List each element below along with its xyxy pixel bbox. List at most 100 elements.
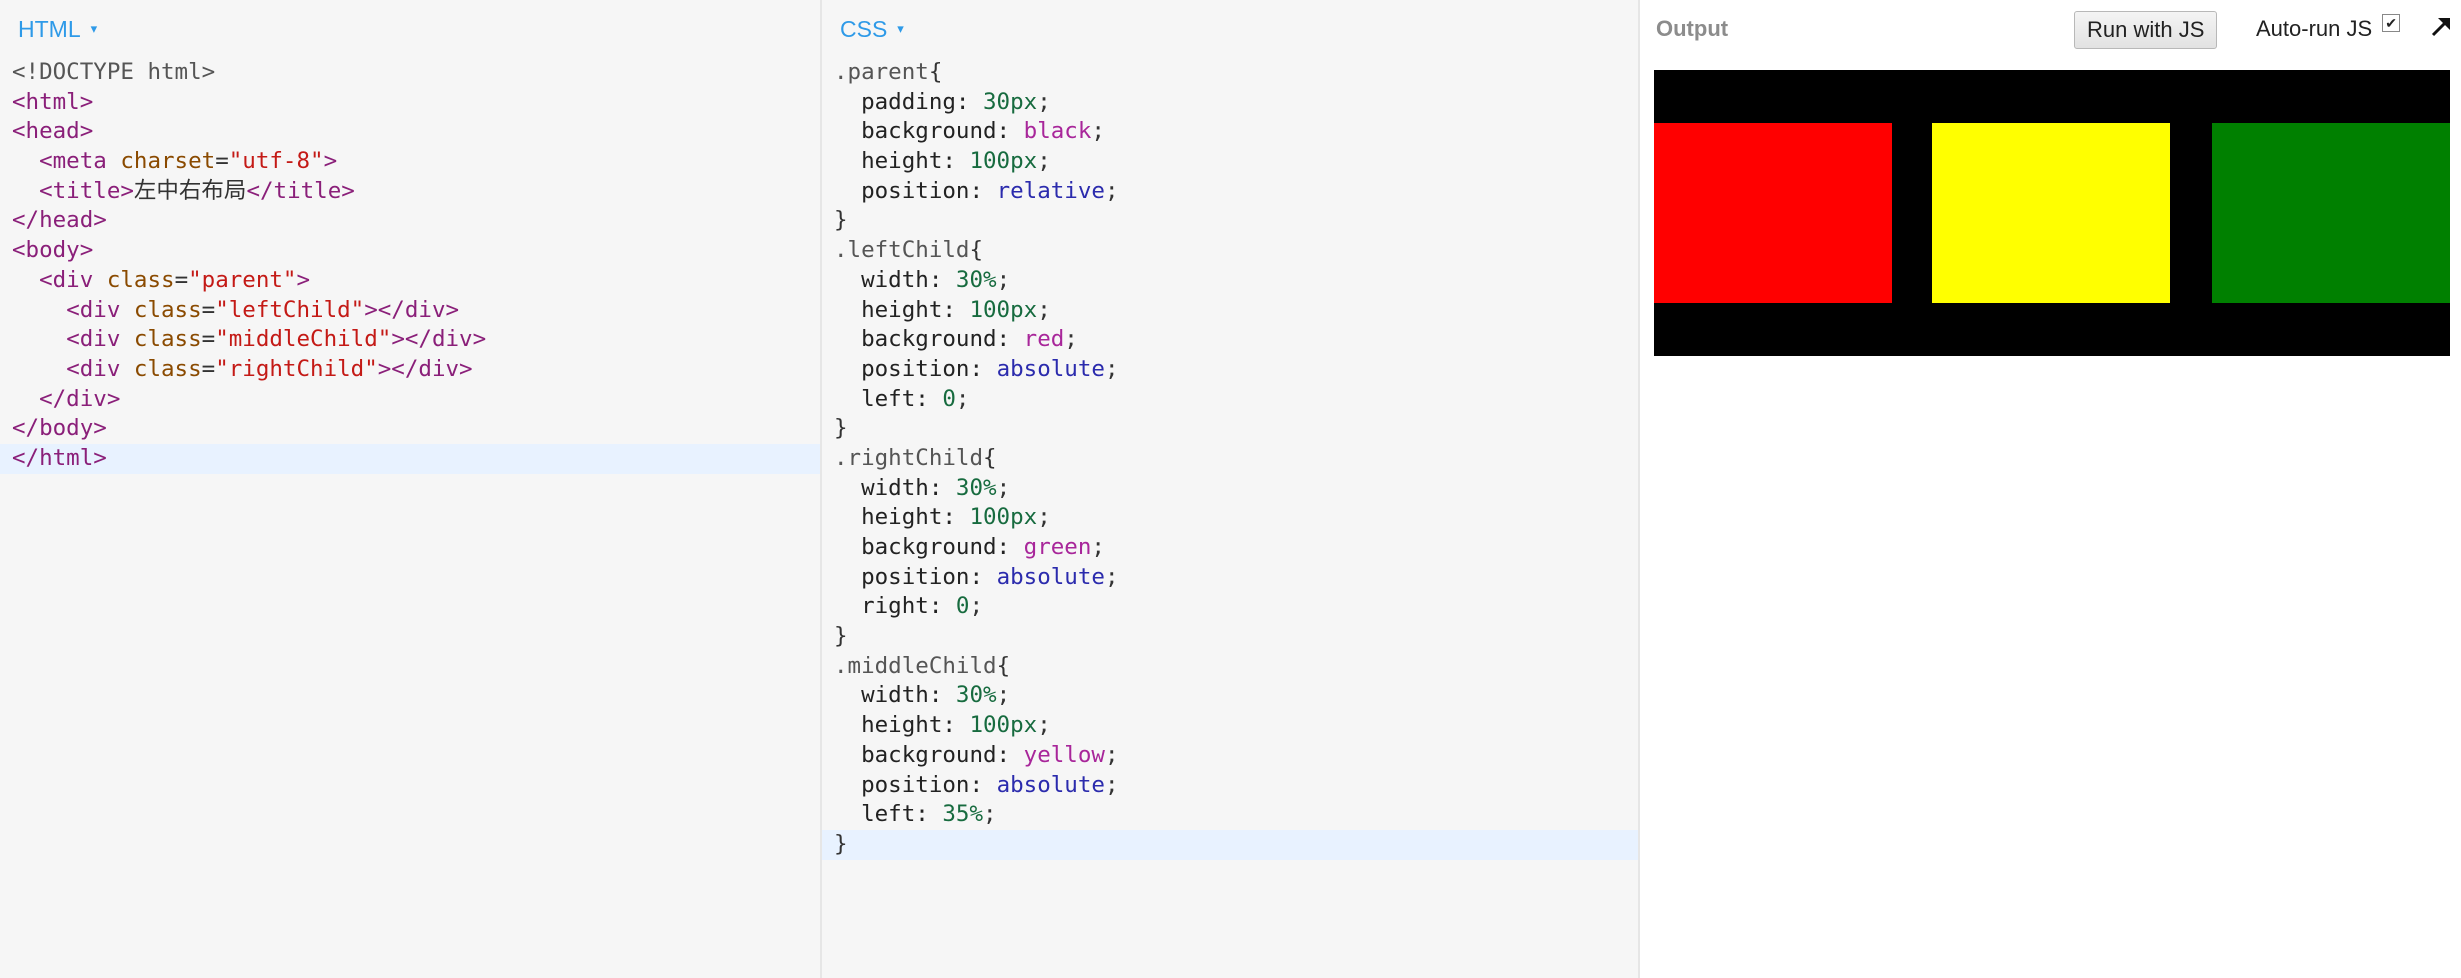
code-token: > [323, 148, 338, 175]
code-token: padding: [834, 88, 984, 115]
code-token: 100px [969, 296, 1038, 323]
code-token: 30px [983, 88, 1038, 115]
code-token: </head> [12, 207, 107, 234]
code-token: = [201, 296, 216, 323]
code-token: position: [834, 771, 997, 798]
code-token: height: [834, 148, 970, 175]
code-line: <div class="middleChild"></div> [0, 325, 820, 355]
code-playground: HTML ▾ <!DOCTYPE html> <html> <head> <meta… [0, 0, 2461, 978]
code-token: position: [834, 355, 997, 382]
rendered-parent-box [1654, 70, 2450, 356]
code-token: ; [1104, 355, 1119, 382]
code-line: } [822, 206, 1638, 236]
code-token: .leftChild [834, 237, 970, 264]
code-line: </body> [0, 414, 820, 444]
code-line: position: absolute; [822, 563, 1638, 593]
code-token: ; [996, 682, 1011, 709]
code-token: width: [834, 474, 956, 501]
code-line: .parent{ [822, 58, 1638, 88]
code-line: background: yellow; [822, 741, 1638, 771]
code-token: ; [983, 801, 997, 828]
code-token: ; [1104, 741, 1119, 768]
code-token: = [201, 355, 216, 382]
code-line: <body> [0, 236, 820, 266]
code-line: background: black; [822, 117, 1638, 147]
css-editor-panel: CSS ▾ .parent{ padding: 30px; background… [822, 0, 1640, 978]
output-title: Output [1656, 16, 1729, 41]
code-token: ></div> [377, 355, 473, 382]
code-token: ; [1037, 88, 1051, 115]
output-panel: Output Run with JS Auto-run JS ✔ [1640, 0, 2461, 978]
code-token: height: [834, 712, 970, 739]
html-panel-tab[interactable]: HTML ▾ [18, 14, 97, 44]
css-code-editor[interactable]: .parent{ padding: 30px; background: blac… [822, 58, 1638, 860]
code-token: background: [834, 326, 1024, 353]
code-token: charset [120, 148, 216, 175]
autorun-checkbox[interactable]: ✔ [2382, 14, 2401, 32]
code-token: left: [834, 385, 943, 412]
code-line: .leftChild{ [822, 236, 1638, 266]
code-token: ; [1037, 712, 1051, 739]
chevron-down-icon: ▾ [897, 21, 904, 36]
rendered-left-child [1654, 123, 1892, 303]
code-token: } [834, 207, 848, 234]
code-line: <!DOCTYPE html> [0, 58, 820, 88]
code-token: { [969, 237, 984, 264]
code-token: position: [834, 177, 997, 204]
code-token: { [983, 444, 997, 471]
code-token: absolute [996, 563, 1105, 590]
autorun-toggle[interactable]: Auto-run JS ✔ [2256, 14, 2401, 42]
code-line: height: 100px; [822, 711, 1638, 741]
code-line: </html> [0, 443, 820, 474]
run-with-js-button[interactable]: Run with JS [2074, 11, 2218, 49]
code-token: absolute [996, 771, 1105, 798]
css-panel-tab[interactable]: CSS ▾ [840, 14, 904, 44]
code-token: ; [1037, 504, 1051, 531]
code-token: </body> [12, 415, 107, 442]
code-line: } [822, 622, 1638, 652]
code-line: width: 30%; [822, 266, 1638, 296]
code-token: right: [834, 593, 956, 620]
code-token: <html> [12, 88, 94, 115]
code-token: <!DOCTYPE html> [12, 59, 216, 85]
chevron-down-icon: ▾ [90, 21, 98, 36]
code-token: ; [1037, 296, 1051, 323]
code-token: green [1023, 534, 1092, 560]
code-line: } [822, 829, 1638, 860]
code-token: <head> [12, 118, 94, 145]
html-code-editor[interactable]: <!DOCTYPE html> <html> <head> <meta charse… [0, 58, 820, 474]
code-token: class [133, 326, 202, 353]
code-line: left: 35%; [822, 800, 1638, 830]
code-token: .rightChild [834, 444, 984, 471]
code-token: <title> [39, 177, 134, 204]
code-token: 30% [955, 266, 997, 293]
code-token: class [133, 296, 202, 323]
code-token: ></div> [364, 296, 460, 323]
code-line: .middleChild{ [822, 652, 1638, 682]
code-token: "middleChild" [215, 326, 392, 353]
code-line: <meta charset="utf-8"> [0, 147, 820, 177]
code-token: ; [955, 385, 970, 412]
code-token: "rightChild" [215, 355, 378, 382]
code-token: 30% [955, 682, 997, 709]
code-token: class [133, 355, 202, 382]
output-header: Output Run with JS Auto-run JS ✔ [1656, 11, 2461, 49]
arrow-up-right-icon[interactable] [2426, 12, 2456, 42]
code-token: ; [1104, 177, 1119, 204]
code-token: } [834, 623, 848, 650]
html-editor-panel: HTML ▾ <!DOCTYPE html> <html> <head> <meta… [0, 0, 822, 978]
code-token: 30% [955, 474, 997, 501]
code-token: { [996, 652, 1011, 679]
code-token: "utf-8" [228, 148, 324, 175]
code-token: ; [1091, 534, 1105, 560]
code-line: height: 100px; [822, 147, 1638, 177]
code-token: ; [1091, 118, 1105, 145]
code-token: background: [834, 118, 1024, 145]
code-token: { [928, 59, 943, 85]
code-line: </head> [0, 206, 820, 236]
